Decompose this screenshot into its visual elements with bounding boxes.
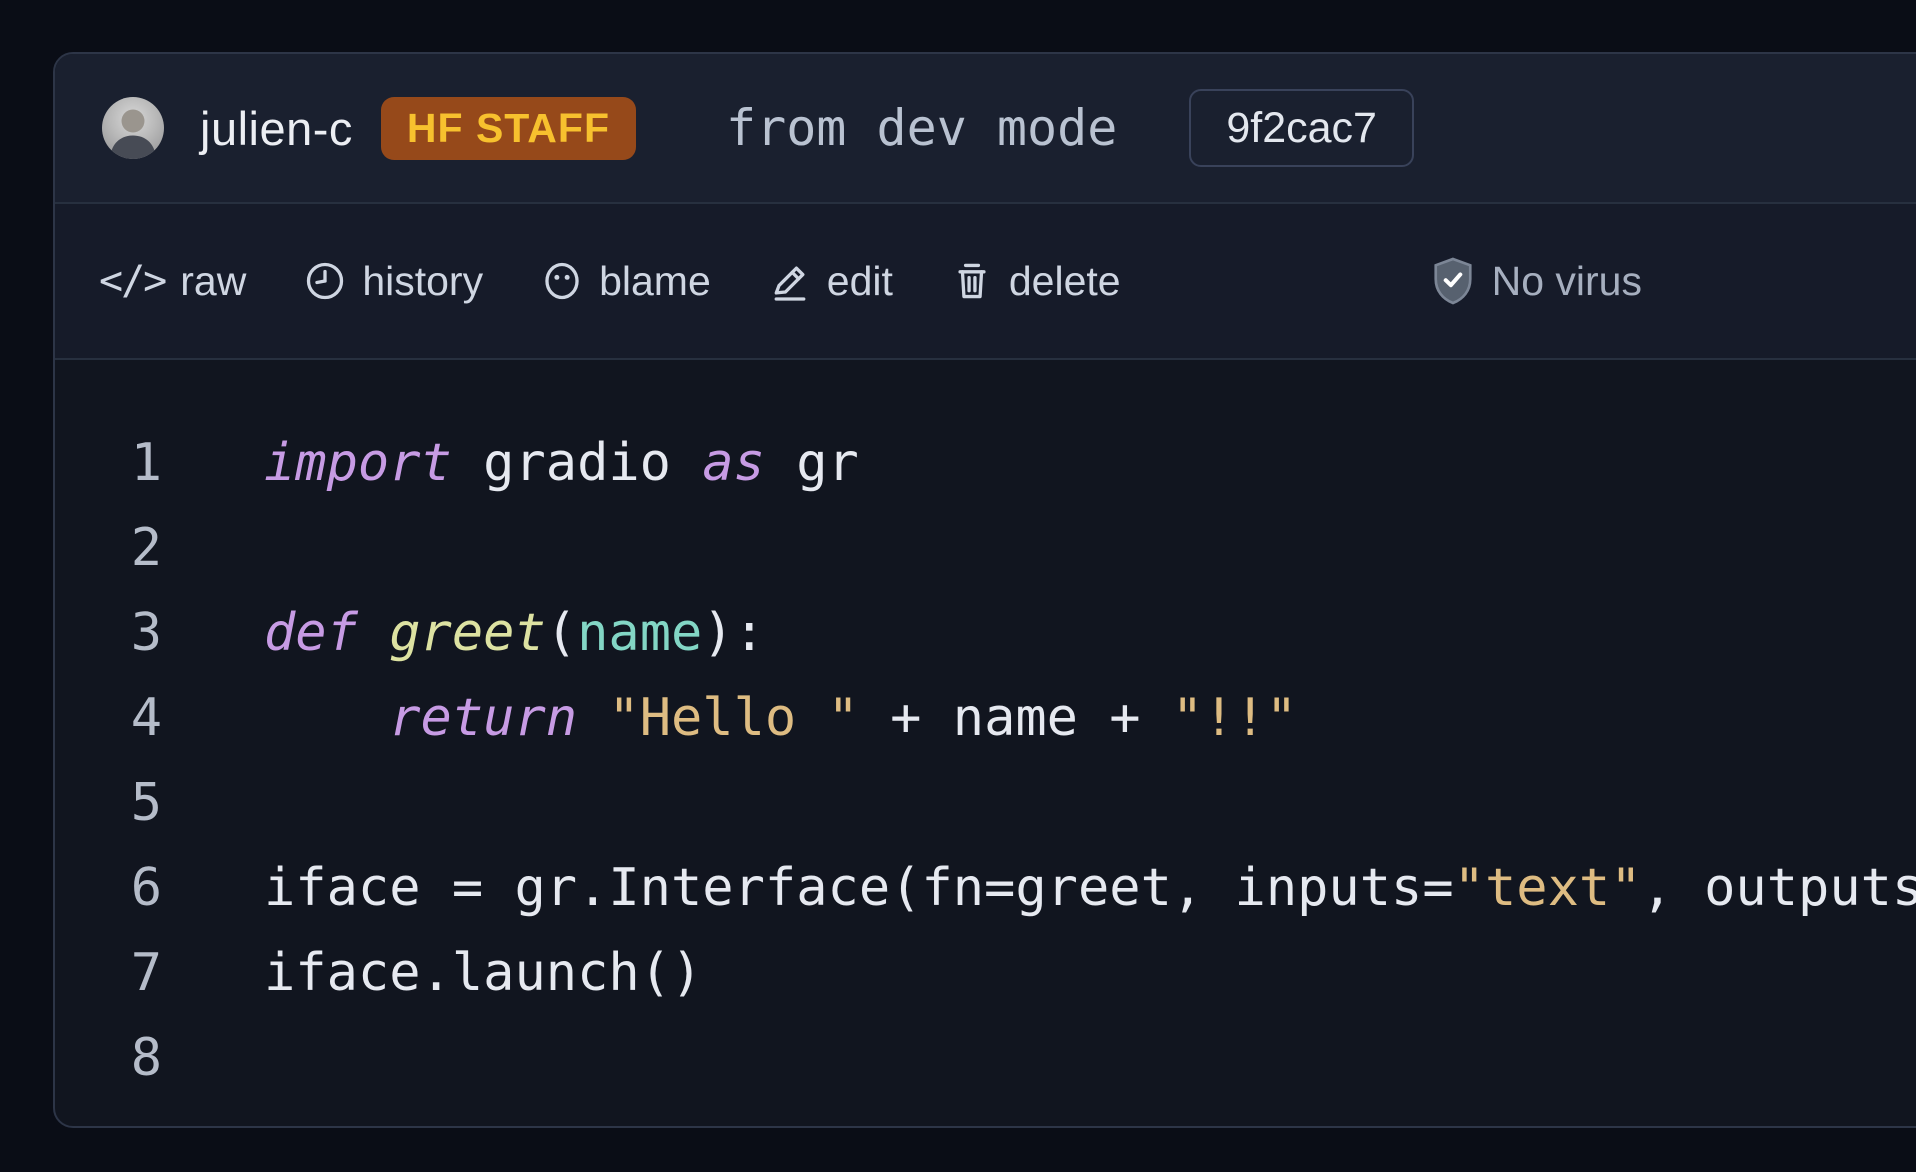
virus-status-label: No virus: [1492, 258, 1642, 305]
code-line-content: [162, 506, 264, 591]
code-line-content: iface = gr.Interface(fn=greet, inputs="t…: [162, 846, 1916, 931]
line-number[interactable]: 4: [55, 676, 162, 761]
code-line-content: iface.launch(): [162, 931, 702, 1016]
code-line: 6iface = gr.Interface(fn=greet, inputs="…: [55, 846, 1916, 931]
code-icon: </>: [99, 258, 165, 304]
line-number[interactable]: 5: [55, 761, 162, 846]
code-line-content: def greet(name):: [162, 591, 765, 676]
history-label: history: [362, 258, 483, 305]
line-number[interactable]: 1: [55, 421, 162, 506]
pencil-icon: [768, 259, 812, 303]
blame-label: blame: [599, 258, 711, 305]
code-line: 2: [55, 506, 1916, 591]
edit-button[interactable]: edit: [768, 258, 893, 305]
clock-icon: [303, 259, 347, 303]
edit-label: edit: [827, 258, 893, 305]
raw-label: raw: [180, 258, 246, 305]
code-line: 1import gradio as gr: [55, 421, 1916, 506]
code-line-content: [162, 761, 264, 846]
delete-button[interactable]: delete: [950, 258, 1121, 305]
line-number[interactable]: 6: [55, 846, 162, 931]
file-toolbar: </> raw history blame: [55, 204, 1916, 360]
face-icon: [540, 259, 584, 303]
shield-check-icon: [1430, 256, 1476, 306]
author-username[interactable]: julien-c: [200, 101, 353, 156]
file-header: julien-c HF STAFF from dev mode 9f2cac7: [55, 54, 1916, 204]
code-line-content: import gradio as gr: [162, 421, 859, 506]
virus-scan-status: No virus: [1430, 256, 1642, 306]
trash-icon: [950, 259, 994, 303]
code-line-content: [162, 1016, 264, 1101]
code-line: 3def greet(name):: [55, 591, 1916, 676]
code-line-content: return "Hello " + name + "!!": [162, 676, 1297, 761]
commit-message: from dev mode: [726, 99, 1117, 157]
line-number[interactable]: 8: [55, 1016, 162, 1101]
code-line: 4 return "Hello " + name + "!!": [55, 676, 1916, 761]
commit-hash-badge[interactable]: 9f2cac7: [1189, 89, 1414, 167]
history-button[interactable]: history: [303, 258, 483, 305]
hf-staff-badge: HF STAFF: [381, 97, 636, 160]
line-number[interactable]: 7: [55, 931, 162, 1016]
delete-label: delete: [1009, 258, 1121, 305]
code-line: 7iface.launch(): [55, 931, 1916, 1016]
code-line: 5: [55, 761, 1916, 846]
line-number[interactable]: 3: [55, 591, 162, 676]
blame-button[interactable]: blame: [540, 258, 711, 305]
code-lines: 1import gradio as gr23def greet(name):4 …: [55, 421, 1916, 1101]
raw-button[interactable]: </> raw: [99, 258, 246, 305]
avatar-silhouette-icon: [102, 97, 164, 159]
code-line: 8: [55, 1016, 1916, 1101]
avatar[interactable]: [102, 97, 164, 159]
code-viewer: 1import gradio as gr23def greet(name):4 …: [55, 360, 1916, 1101]
file-blob-card: julien-c HF STAFF from dev mode 9f2cac7 …: [53, 52, 1916, 1128]
line-number[interactable]: 2: [55, 506, 162, 591]
